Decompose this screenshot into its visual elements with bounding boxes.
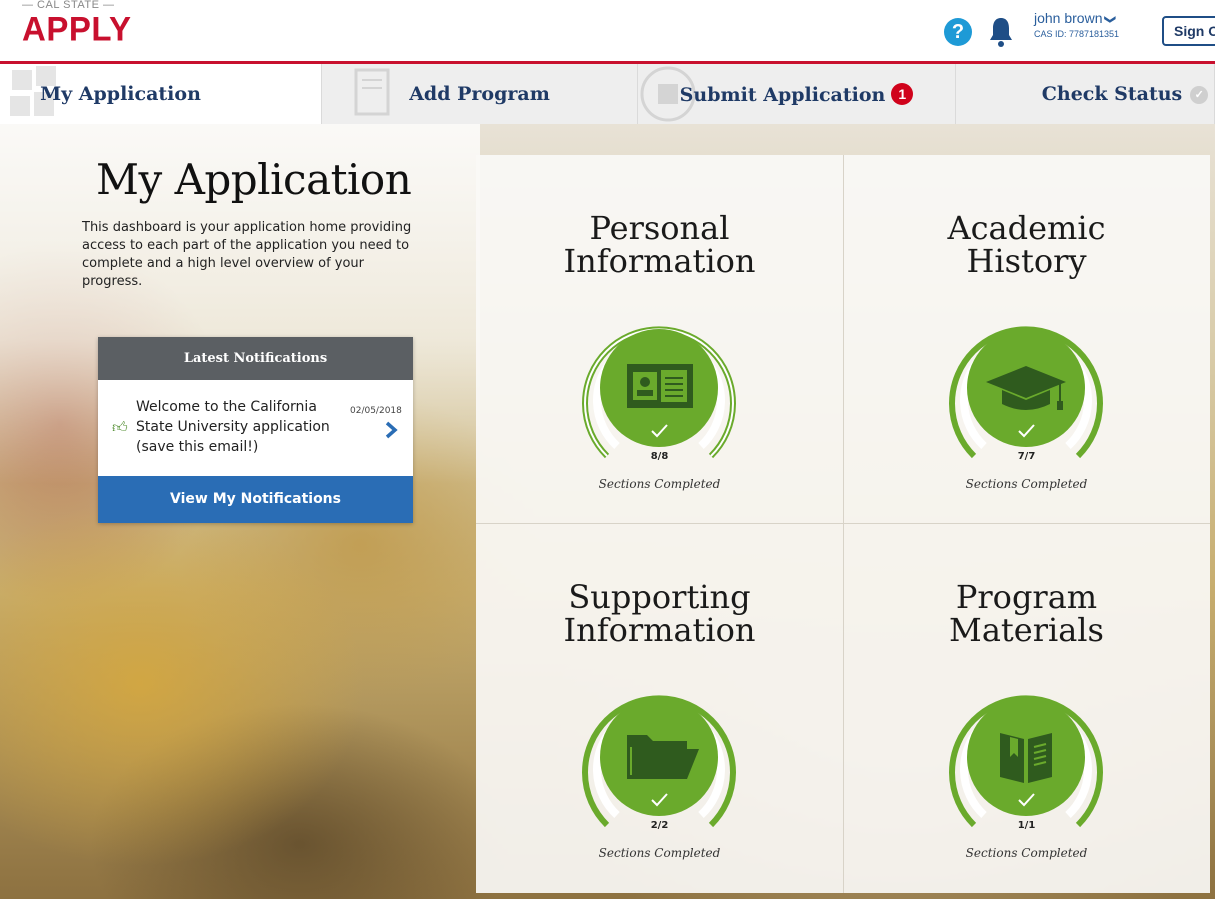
sections-count: 2/2	[650, 820, 669, 831]
chevron-right-icon[interactable]	[384, 421, 398, 439]
section-title-line1: Personal	[589, 209, 730, 247]
bell-icon[interactable]	[988, 16, 1014, 48]
progress-ring[interactable]	[944, 306, 1108, 470]
sections-count: 1/1	[1017, 820, 1036, 831]
tab-check-status[interactable]: Check Status ✓	[956, 64, 1215, 124]
notifications-header: Latest Notifications	[98, 337, 413, 380]
tab-submit-application-text: Submit Application	[679, 83, 886, 106]
main-nav: My Application Add Program Submit Applic…	[0, 64, 1215, 124]
document-icon	[354, 68, 390, 116]
section-title-line1: Supporting	[568, 578, 751, 616]
page-description: This dashboard is your application home …	[82, 220, 412, 289]
sections-grid: Personal Information 8/8 Sections Comple…	[476, 155, 1210, 893]
check-circle-icon: ✓	[1190, 86, 1209, 104]
section-title-line2: Information	[563, 611, 756, 649]
notification-badge: 1	[891, 82, 914, 105]
section-academic-history[interactable]: Academic History 7/7 Sections Completed	[843, 155, 1210, 523]
help-icon[interactable]: ?	[944, 18, 972, 46]
site-header: — CAL STATE — APPLY ? john brown ❯ CAS I…	[0, 0, 1215, 62]
notification-item[interactable]: 👍︎ Welcome to the California State Unive…	[98, 380, 413, 476]
section-title-line2: Materials	[949, 611, 1104, 649]
section-title-line2: Information	[563, 242, 756, 280]
progress-ring[interactable]	[577, 675, 741, 839]
section-title: Supporting Information	[476, 581, 843, 647]
sections-completed-label: Sections Completed	[965, 846, 1088, 860]
progress-ring[interactable]	[577, 306, 741, 470]
tab-submit-application-label: Submit Application 1	[679, 82, 914, 106]
section-title-line1: Academic	[947, 209, 1106, 247]
cal-state-apply-logo[interactable]: — CAL STATE — APPLY	[22, 0, 132, 47]
section-title: Academic History	[843, 212, 1210, 278]
tab-add-program-label: Add Program	[409, 83, 550, 105]
user-menu[interactable]: john brown ❯ CAS ID: 7787181351	[1034, 10, 1119, 39]
section-title-line1: Program	[955, 578, 1098, 616]
progress-ring[interactable]	[944, 675, 1108, 839]
view-notifications-button[interactable]: View My Notifications	[98, 476, 413, 523]
sign-out-button[interactable]: Sign O	[1162, 16, 1215, 46]
tab-my-application-label: My Application	[40, 83, 201, 105]
notification-date: 02/05/2018	[350, 406, 402, 416]
section-title-line2: History	[966, 242, 1087, 280]
tab-my-application[interactable]: My Application	[0, 64, 322, 124]
section-title: Program Materials	[843, 581, 1210, 647]
notifications-card: Latest Notifications 👍︎ Welcome to the C…	[98, 337, 413, 523]
logo-main-text: APPLY	[22, 9, 132, 48]
tab-add-program[interactable]: Add Program	[322, 64, 638, 124]
sections-completed-label: Sections Completed	[598, 846, 721, 860]
cas-id: CAS ID: 7787181351	[1034, 29, 1120, 39]
sections-completed-label: Sections Completed	[965, 477, 1088, 491]
notification-text: Welcome to the California State Universi…	[136, 399, 330, 455]
page-title: My Application	[96, 155, 412, 204]
tab-submit-application[interactable]: Submit Application 1	[638, 64, 956, 124]
tab-check-status-text: Check Status	[1041, 83, 1183, 105]
sections-completed-label: Sections Completed	[598, 477, 721, 491]
section-title: Personal Information	[476, 212, 843, 278]
chevron-down-icon: ❯	[1104, 14, 1117, 25]
tab-check-status-label: Check Status ✓	[1041, 83, 1209, 105]
section-program-materials[interactable]: Program Materials 1/1 Sections Completed	[843, 524, 1210, 892]
sections-count: 7/7	[1017, 451, 1036, 462]
thumbs-up-icon: 👍︎	[112, 418, 128, 436]
user-name[interactable]: john brown ❯	[1034, 10, 1119, 26]
id-card-icon	[627, 364, 693, 408]
user-name-text: john brown	[1034, 10, 1103, 26]
section-supporting-information[interactable]: Supporting Information 2/2 Sections Comp…	[476, 524, 843, 892]
sections-count: 8/8	[650, 451, 669, 462]
section-personal-information[interactable]: Personal Information 8/8 Sections Comple…	[476, 155, 843, 523]
